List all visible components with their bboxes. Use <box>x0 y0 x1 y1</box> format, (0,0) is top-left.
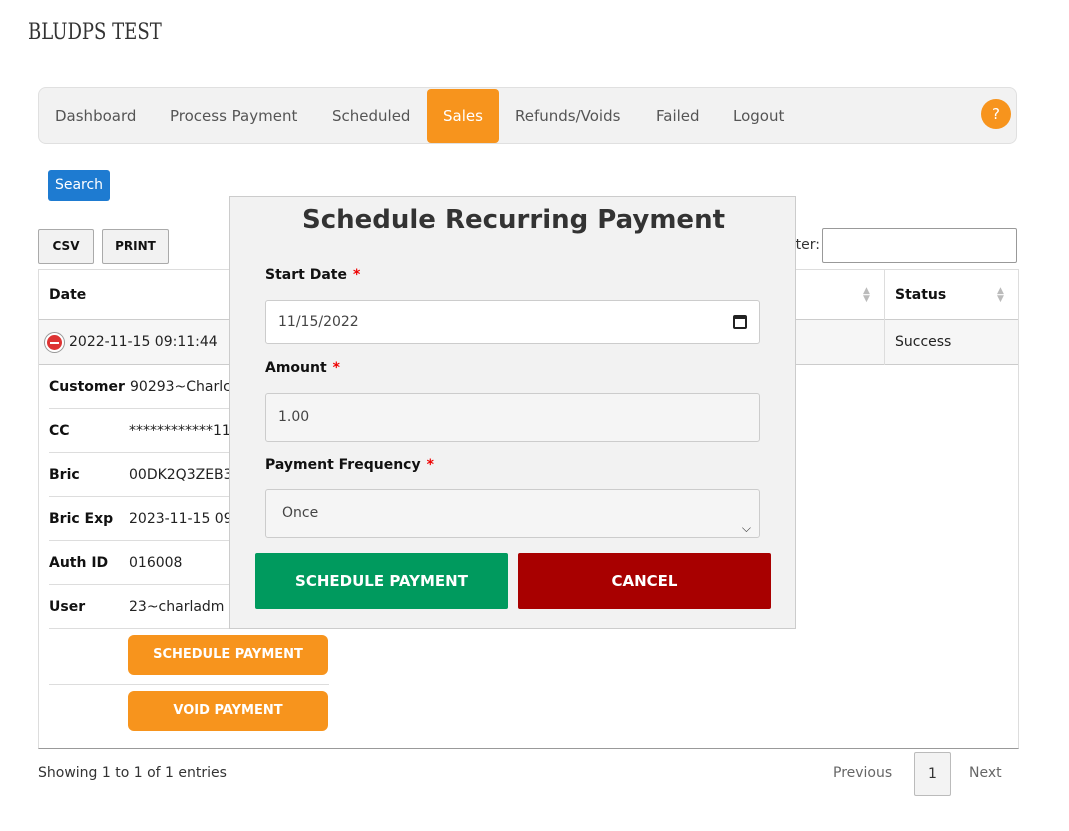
start-date-label-text: Start Date <box>265 267 347 283</box>
amount-value: 1.00 <box>278 409 310 425</box>
start-date-value: 11/15/2022 <box>278 314 359 330</box>
nav-sales[interactable]: Sales <box>427 89 499 143</box>
column-divider <box>884 270 885 320</box>
nav-scheduled[interactable]: Scheduled <box>332 88 410 145</box>
header-status[interactable]: Status <box>895 270 946 320</box>
main-nav: Dashboard Process Payment Scheduled Sale… <box>38 87 1017 144</box>
nav-refunds-voids[interactable]: Refunds/Voids <box>515 88 620 145</box>
detail-label: Auth ID <box>49 555 109 571</box>
page-number-button[interactable]: 1 <box>914 752 951 796</box>
detail-value: 90293~Charlc <box>130 379 230 395</box>
row-date: 2022-11-15 09:11:44 <box>69 334 218 350</box>
modal-title: Schedule Recurring Payment <box>301 205 726 235</box>
collapse-row-icon[interactable] <box>45 333 64 352</box>
payment-frequency-label: Payment Frequency * <box>265 457 434 473</box>
chevron-down-icon: ⌵ <box>741 521 751 535</box>
previous-page-button[interactable]: Previous <box>833 765 892 781</box>
next-page-button[interactable]: Next <box>969 765 1002 781</box>
payment-frequency-select[interactable]: Once ⌵ <box>265 489 760 538</box>
sort-icon[interactable]: ▲ ▼ <box>863 287 870 304</box>
search-button[interactable]: Search <box>48 170 110 201</box>
detail-label: Bric Exp <box>49 511 114 527</box>
detail-value: 23~charladm <box>129 599 225 615</box>
csv-button[interactable]: CSV <box>38 229 94 264</box>
column-divider <box>884 320 885 365</box>
detail-value: 00DK2Q3ZEB3 <box>129 467 229 483</box>
void-payment-button[interactable]: VOID PAYMENT <box>128 691 328 731</box>
modal-schedule-payment-button[interactable]: SCHEDULE PAYMENT <box>255 553 508 609</box>
detail-value: 016008 <box>129 555 183 571</box>
app-logo: BLUDPS TEST <box>28 20 162 45</box>
nav-dashboard[interactable]: Dashboard <box>55 88 136 145</box>
detail-label: User <box>49 599 86 615</box>
required-marker: * <box>426 457 434 473</box>
required-marker: * <box>352 267 361 283</box>
help-icon[interactable]: ? <box>981 99 1011 129</box>
detail-label: CC <box>49 423 70 439</box>
detail-value: 2023-11-15 09: <box>129 511 229 527</box>
nav-process-payment[interactable]: Process Payment <box>170 88 297 145</box>
modal-cancel-button[interactable]: CANCEL <box>518 553 771 609</box>
filter-input[interactable] <box>822 228 1017 263</box>
start-date-input[interactable]: 11/15/2022 <box>265 300 760 344</box>
schedule-recurring-payment-modal: Schedule Recurring Payment Start Date * 1… <box>229 196 796 629</box>
detail-value: ************1111 <box>129 423 229 439</box>
print-button[interactable]: PRINT <box>102 229 169 264</box>
detail-label: Customer <box>49 379 125 395</box>
nav-failed[interactable]: Failed <box>656 88 700 145</box>
calendar-icon[interactable] <box>733 315 747 329</box>
entries-info: Showing 1 to 1 of 1 entries <box>38 765 227 781</box>
start-date-label: Start Date * <box>265 267 360 283</box>
payment-frequency-value: Once <box>282 505 319 521</box>
detail-label: Bric <box>49 467 80 483</box>
amount-input[interactable]: 1.00 <box>265 393 760 442</box>
row-status: Success <box>895 334 952 350</box>
header-date[interactable]: Date <box>49 270 86 320</box>
nav-logout[interactable]: Logout <box>733 88 784 145</box>
sort-icon[interactable]: ▲ ▼ <box>997 287 1004 304</box>
amount-label-text: Amount <box>265 360 327 376</box>
schedule-payment-button[interactable]: SCHEDULE PAYMENT <box>128 635 328 675</box>
required-marker: * <box>332 360 340 376</box>
amount-label: Amount * <box>265 360 340 376</box>
payment-frequency-label-text: Payment Frequency <box>265 457 421 473</box>
